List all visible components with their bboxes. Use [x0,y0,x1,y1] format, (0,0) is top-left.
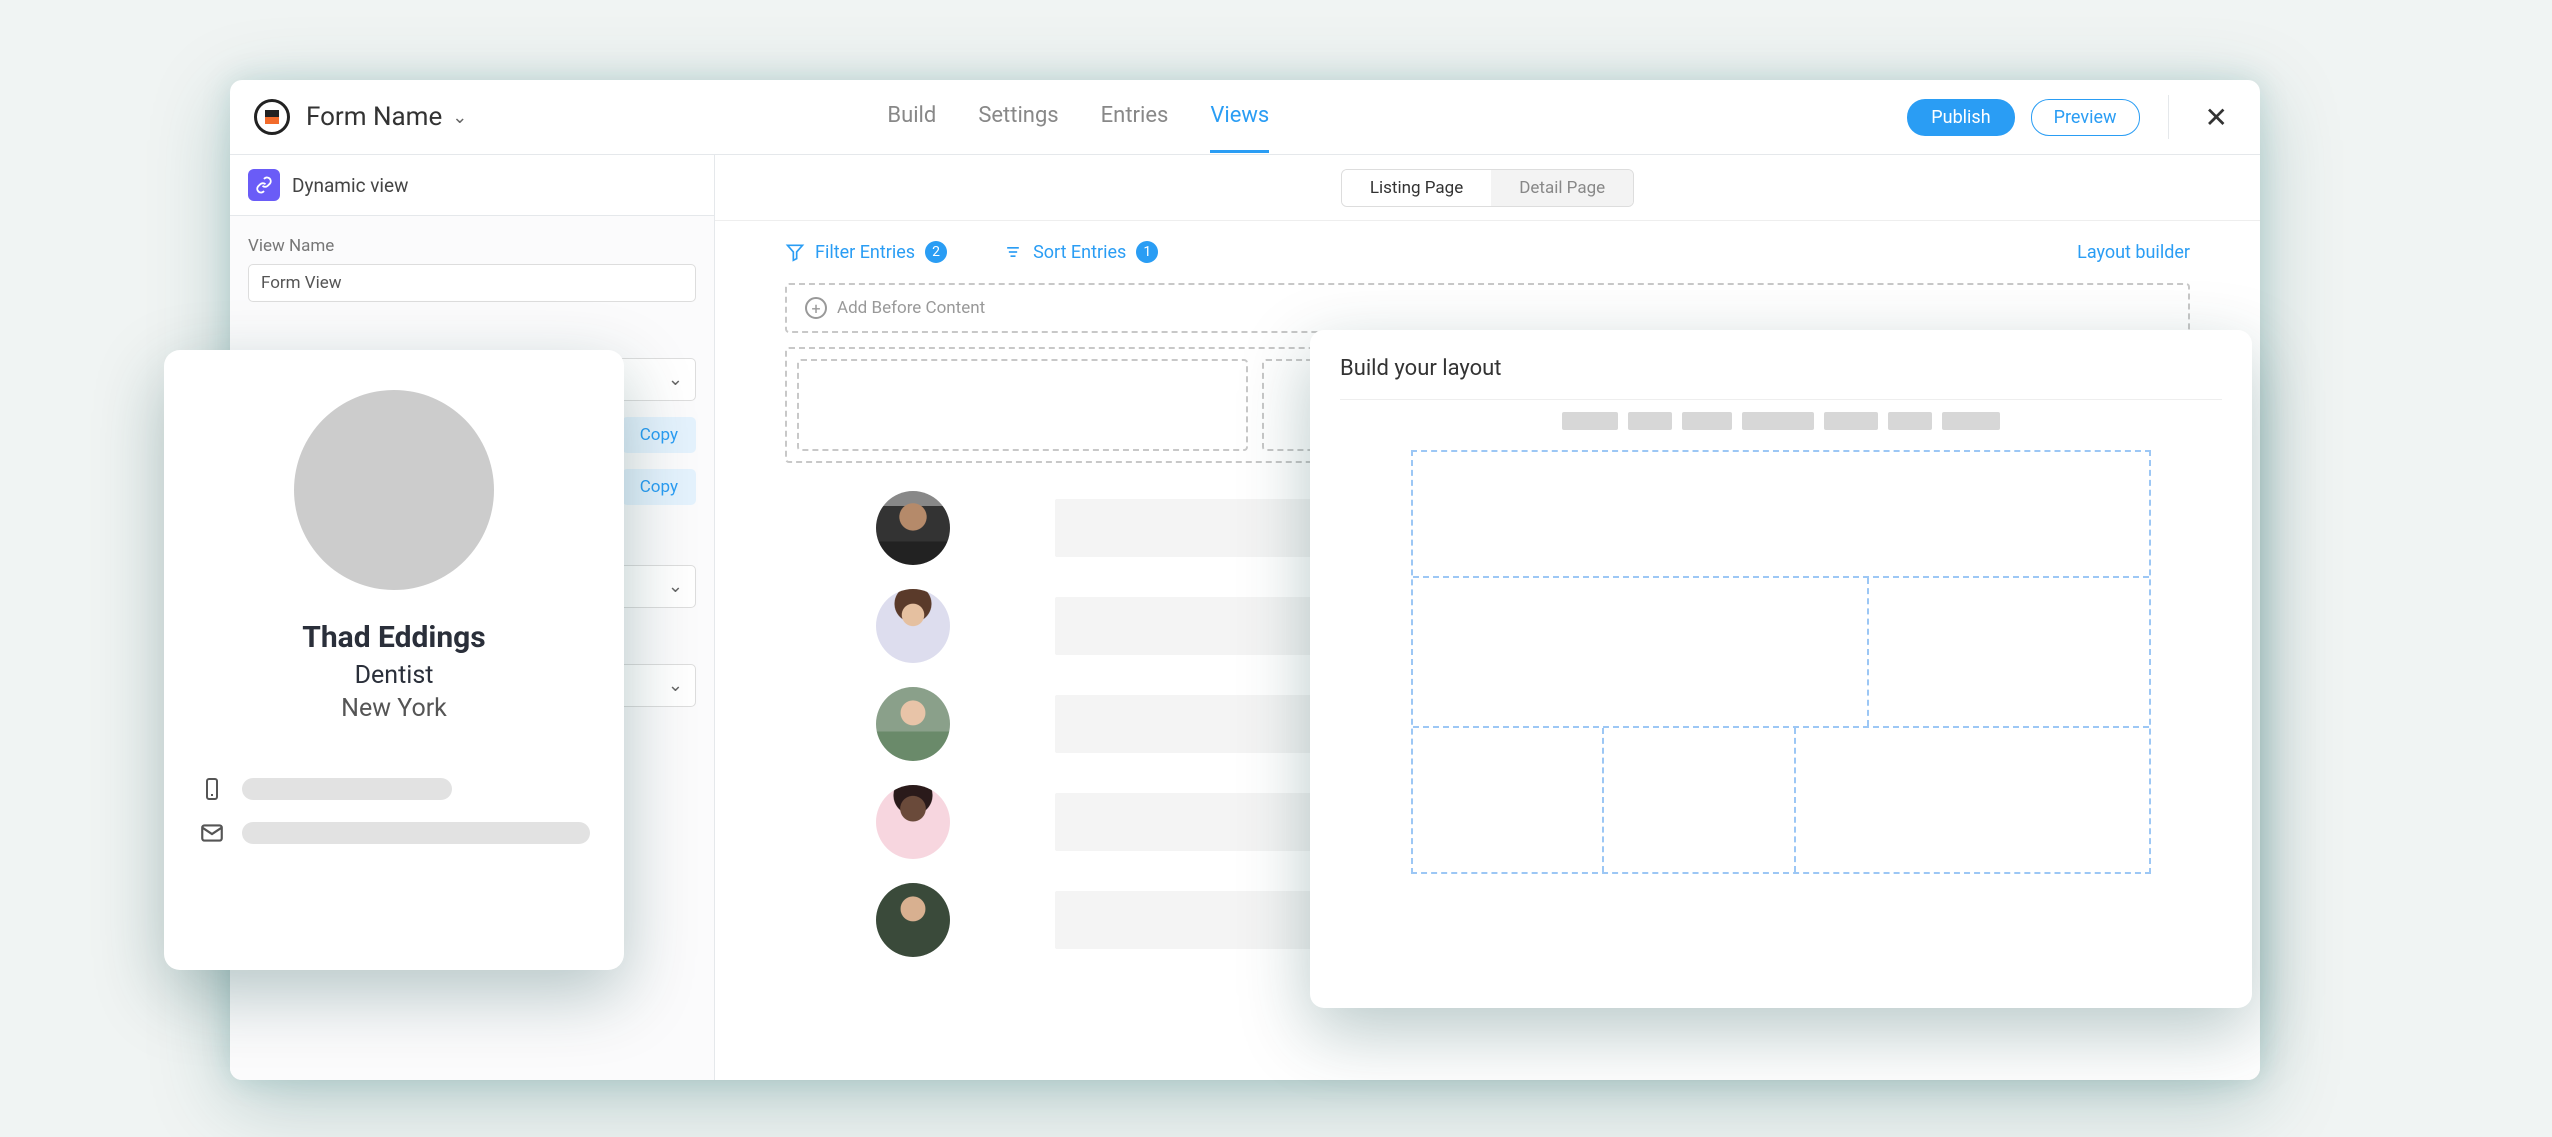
link-icon [248,169,280,201]
profile-role: Dentist [355,661,434,690]
phone-icon [198,775,226,803]
page-segment-row: Listing Page Detail Page [715,155,2260,221]
app-logo [254,99,290,135]
topbar-actions: Publish Preview ✕ [1907,95,2236,139]
layout-grid[interactable] [1411,450,2151,874]
skeleton-row [1340,412,2222,430]
tab-views[interactable]: Views [1210,81,1269,153]
close-icon[interactable]: ✕ [2197,101,2236,134]
placeholder-bar [242,778,452,800]
segment-listing[interactable]: Listing Page [1342,170,1491,206]
profile-name: Thad Eddings [302,620,485,655]
form-title-dropdown[interactable]: Form Name ⌄ [306,102,467,132]
layout-cell[interactable] [797,359,1248,451]
profile-email-row [198,819,590,847]
add-before-content[interactable]: + Add Before Content [785,283,2190,333]
chevron-down-icon: ⌄ [668,675,683,696]
view-name-input[interactable] [248,264,696,302]
page-segment: Listing Page Detail Page [1341,169,1634,207]
chevron-down-icon: ⌄ [668,576,683,597]
profile-card: Thad Eddings Dentist New York [164,350,624,970]
topbar: Form Name ⌄ Build Settings Entries Views… [230,80,2260,155]
copy-button-2[interactable]: Copy [622,469,696,505]
plus-circle-icon: + [805,297,827,319]
chevron-down-icon: ⌄ [668,369,683,390]
sort-label: Sort Entries [1033,242,1126,263]
filter-entries-button[interactable]: Filter Entries 2 [785,241,947,263]
avatar [876,491,950,565]
tab-entries[interactable]: Entries [1101,81,1169,153]
layout-builder-title: Build your layout [1340,356,2222,381]
tab-settings[interactable]: Settings [978,81,1058,153]
divider [2168,95,2169,139]
profile-contact [198,775,590,863]
publish-button[interactable]: Publish [1907,99,2014,136]
profile-avatar [294,390,494,590]
copy-button-1[interactable]: Copy [622,417,696,453]
placeholder-bar [242,822,590,844]
layout-builder-link[interactable]: Layout builder [2077,242,2190,263]
view-name-label: View Name [248,236,696,256]
add-before-label: Add Before Content [837,298,985,318]
avatar [876,785,950,859]
view-type-label: Dynamic view [292,174,408,197]
preview-button[interactable]: Preview [2031,99,2140,136]
sort-entries-button[interactable]: Sort Entries 1 [1003,241,1158,263]
filter-icon [785,242,805,262]
list-toolbar: Filter Entries 2 Sort Entries 1 Layout b… [715,221,2260,275]
avatar [876,589,950,663]
avatar [876,687,950,761]
tab-build[interactable]: Build [887,81,936,153]
view-type-row[interactable]: Dynamic view [230,155,714,216]
segment-detail[interactable]: Detail Page [1491,170,1633,206]
profile-phone-row [198,775,590,803]
form-title-text: Form Name [306,102,442,132]
profile-location: New York [341,694,447,723]
sort-count-badge: 1 [1136,241,1158,263]
divider [1340,399,2222,400]
filter-label: Filter Entries [815,242,915,263]
chevron-down-icon: ⌄ [452,107,467,128]
avatar [876,883,950,957]
filter-count-badge: 2 [925,241,947,263]
nav-tabs: Build Settings Entries Views [887,81,1269,153]
mail-icon [198,819,226,847]
layout-builder-panel: Build your layout [1310,330,2252,1008]
sort-icon [1003,242,1023,262]
